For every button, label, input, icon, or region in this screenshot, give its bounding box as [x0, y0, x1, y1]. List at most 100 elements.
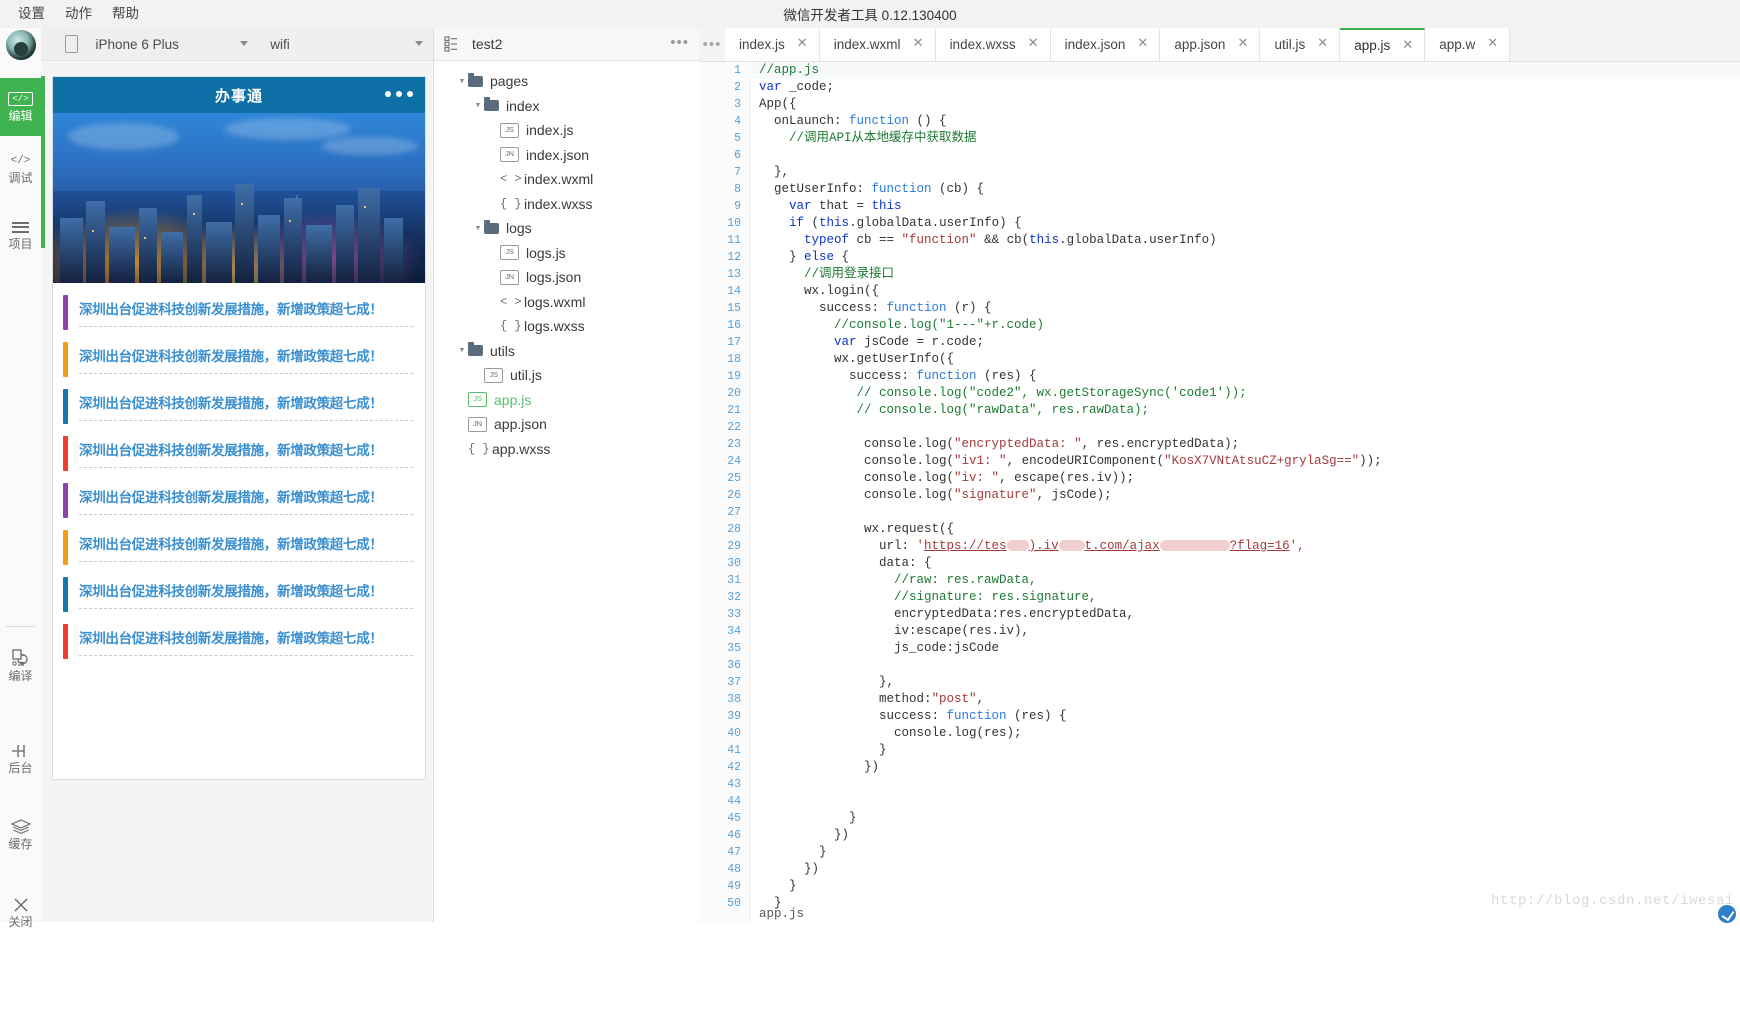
news-list-item[interactable]: 深圳出台促进科技创新发展措施，新增政策超七成！: [53, 571, 425, 618]
tree-file-row[interactable]: JS util.js: [434, 363, 699, 388]
tree-file-row[interactable]: < > logs.wxml: [434, 290, 699, 315]
code-line[interactable]: // console.log("rawData", res.rawData);: [749, 402, 1740, 419]
rail-item-compile[interactable]: 编译: [0, 638, 41, 696]
code-line[interactable]: [749, 776, 1740, 793]
close-x-icon[interactable]: ✕: [797, 36, 809, 49]
rail-item-project[interactable]: 项目: [0, 206, 41, 264]
code-line[interactable]: [749, 504, 1740, 521]
close-x-icon[interactable]: ✕: [1402, 38, 1414, 51]
code-line[interactable]: if (this.globalData.userInfo) {: [749, 215, 1740, 232]
code-line[interactable]: wx.login({: [749, 283, 1740, 300]
editor-tab[interactable]: app.js ✕: [1340, 28, 1426, 61]
tree-file-row[interactable]: < > index.wxml: [434, 167, 699, 192]
close-x-icon[interactable]: ✕: [1028, 36, 1040, 49]
code-line[interactable]: } else {: [749, 249, 1740, 266]
code-line[interactable]: //调用登录接口: [749, 266, 1740, 283]
code-line[interactable]: wx.request({: [749, 521, 1740, 538]
close-x-icon[interactable]: ✕: [1317, 36, 1329, 49]
phone-outline-icon[interactable]: [65, 35, 78, 53]
code-line[interactable]: getUserInfo: function (cb) {: [749, 181, 1740, 198]
simulator-screen[interactable]: 办事通 深圳出台促进科技创新发展措施，新增政策超七成！ 深圳出台促进科技创新发展…: [52, 76, 426, 780]
status-indicator-icon[interactable]: [1718, 905, 1736, 923]
tree-file-row[interactable]: JS index.js: [434, 118, 699, 143]
code-line[interactable]: [749, 657, 1740, 674]
device-select[interactable]: iPhone 6 Plus: [84, 28, 259, 60]
code-line[interactable]: },: [749, 164, 1740, 181]
close-x-icon[interactable]: ✕: [1237, 36, 1249, 49]
code-line[interactable]: //console.log("1---"+r.code): [749, 317, 1740, 334]
code-line[interactable]: var _code;: [749, 79, 1740, 96]
rail-item-edit[interactable]: </> 编辑: [0, 78, 41, 136]
code-line[interactable]: var that = this: [749, 198, 1740, 215]
code-line[interactable]: console.log("iv: ", escape(res.iv));: [749, 470, 1740, 487]
code-line[interactable]: }): [749, 861, 1740, 878]
code-line[interactable]: //调用API从本地缓存中获取数据: [749, 130, 1740, 147]
news-list-item[interactable]: 深圳出台促进科技创新发展措施，新增政策超七成！: [53, 289, 425, 336]
code-line[interactable]: iv:escape(res.iv),: [749, 623, 1740, 640]
code-area[interactable]: 1 2 3 4 5 6 7 8 9 10 11 12 13 14 15 16 17 18 19 20 21 22 23 24 2…: [699, 62, 1740, 923]
code-line[interactable]: },: [749, 674, 1740, 691]
code-line[interactable]: App({: [749, 96, 1740, 113]
close-x-icon[interactable]: ✕: [913, 36, 925, 49]
editor-tab[interactable]: index.json ✕: [1050, 28, 1161, 61]
menu-item-actions[interactable]: 动作: [55, 0, 102, 28]
tree-file-row[interactable]: { } index.wxss: [434, 192, 699, 217]
code-line[interactable]: //raw: res.rawData,: [749, 572, 1740, 589]
code-line[interactable]: success: function (r) {: [749, 300, 1740, 317]
news-list-item[interactable]: 深圳出台促进科技创新发展措施，新增政策超七成！: [53, 618, 425, 665]
tree-folder-row[interactable]: ▼ utils: [434, 339, 699, 364]
rail-item-cache[interactable]: 缓存: [0, 806, 41, 864]
code-line[interactable]: wx.getUserInfo({: [749, 351, 1740, 368]
code-lines[interactable]: //app.js var _code; App({ onLaunch: functi…: [749, 62, 1740, 923]
tree-file-row[interactable]: JN index.json: [434, 143, 699, 168]
code-line[interactable]: [749, 147, 1740, 164]
rail-item-debug[interactable]: </> 调试: [0, 140, 41, 198]
network-select[interactable]: wifi: [258, 28, 433, 60]
editor-tab[interactable]: app.json ✕: [1160, 28, 1261, 61]
close-x-icon[interactable]: ✕: [1137, 36, 1149, 49]
rail-item-background[interactable]: 后台: [0, 730, 41, 788]
code-line[interactable]: }: [749, 810, 1740, 827]
menu-item-settings[interactable]: 设置: [8, 0, 55, 28]
editor-tab[interactable]: index.wxss ✕: [935, 28, 1051, 61]
tree-folder-row[interactable]: ▼ index: [434, 94, 699, 119]
code-line[interactable]: //signature: res.signature,: [749, 589, 1740, 606]
editor-tab[interactable]: app.w ✕: [1425, 28, 1511, 61]
code-line[interactable]: onLaunch: function () {: [749, 113, 1740, 130]
code-line[interactable]: }): [749, 827, 1740, 844]
avatar[interactable]: [6, 30, 36, 60]
ellipsis-icon[interactable]: •••: [670, 35, 689, 50]
three-dots-icon[interactable]: [385, 91, 413, 97]
code-line[interactable]: }): [749, 759, 1740, 776]
code-line[interactable]: js_code:jsCode: [749, 640, 1740, 657]
code-line[interactable]: typeof cb == "function" && cb(this.globa…: [749, 232, 1740, 249]
tree-folder-row[interactable]: ▼ pages: [434, 69, 699, 94]
tree-file-row[interactable]: { } app.wxss: [434, 437, 699, 462]
code-line[interactable]: var jsCode = r.code;: [749, 334, 1740, 351]
tree-file-row[interactable]: JS logs.js: [434, 241, 699, 266]
code-line[interactable]: //app.js: [749, 62, 1740, 79]
news-list-item[interactable]: 深圳出台促进科技创新发展措施，新增政策超七成！: [53, 336, 425, 383]
chevron-down-icon[interactable]: ▼: [456, 347, 468, 354]
code-line[interactable]: [749, 419, 1740, 436]
chevron-down-icon[interactable]: ▼: [472, 102, 484, 109]
code-line[interactable]: }: [749, 742, 1740, 759]
chevron-down-icon[interactable]: ▼: [456, 78, 468, 85]
editor-tab[interactable]: index.wxml ✕: [819, 28, 936, 61]
code-line[interactable]: success: function (res) {: [749, 708, 1740, 725]
code-line[interactable]: console.log("iv1: ", encodeURIComponent(…: [749, 453, 1740, 470]
ellipsis-icon[interactable]: •••: [699, 28, 725, 61]
news-list-item[interactable]: 深圳出台促进科技创新发展措施，新增政策超七成！: [53, 383, 425, 430]
rail-item-close[interactable]: 关闭: [0, 884, 41, 942]
code-line[interactable]: console.log(res);: [749, 725, 1740, 742]
news-list-item[interactable]: 深圳出台促进科技创新发展措施，新增政策超七成！: [53, 430, 425, 477]
code-line[interactable]: data: {: [749, 555, 1740, 572]
code-line[interactable]: console.log("encryptedData: ", res.encry…: [749, 436, 1740, 453]
editor-tab[interactable]: util.js ✕: [1260, 28, 1341, 61]
tree-file-row[interactable]: JN logs.json: [434, 265, 699, 290]
code-line[interactable]: // console.log("code2", wx.getStorageSyn…: [749, 385, 1740, 402]
url-link[interactable]: https://tes ).iv t.com/ajax ?flag=16: [924, 539, 1290, 553]
tree-folder-row[interactable]: ▼ logs: [434, 216, 699, 241]
code-line[interactable]: encryptedData:res.encryptedData,: [749, 606, 1740, 623]
code-line[interactable]: success: function (res) {: [749, 368, 1740, 385]
